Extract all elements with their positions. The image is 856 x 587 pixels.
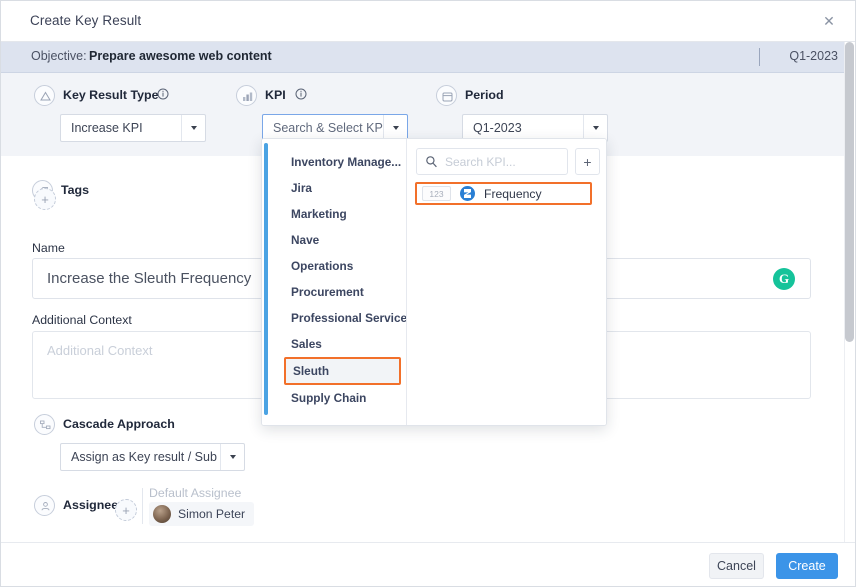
objective-bar: Objective: Prepare awesome web content Q… (1, 42, 855, 73)
key-result-type-value: Increase KPI (71, 121, 143, 135)
tags-label: Tags (61, 183, 89, 197)
objective-label: Objective: (31, 49, 87, 63)
kpi-category-item[interactable]: Marketing (262, 201, 406, 227)
objective-period: Q1-2023 (789, 49, 838, 63)
kpi-category-item[interactable]: Nave (262, 227, 406, 253)
assignee-label: Assignee (63, 498, 119, 512)
search-icon (426, 156, 437, 168)
additional-context-placeholder: Additional Context (47, 343, 153, 358)
kpi-search-row: Search KPI... + (416, 148, 600, 175)
additional-context-label: Additional Context (32, 313, 132, 327)
avatar (153, 505, 171, 523)
default-assignee-label: Default Assignee (149, 486, 242, 500)
chevron-down-icon[interactable] (220, 444, 244, 470)
dialog-footer: Cancel Create (1, 542, 855, 586)
kpi-result-item[interactable]: 123 Frequency (415, 182, 592, 205)
cascade-approach-value: Assign as Key result / Sub K... (71, 450, 220, 464)
name-label: Name (32, 241, 65, 255)
kpi-search-placeholder: Search KPI... (445, 154, 516, 169)
kpi-add-button[interactable]: + (575, 148, 600, 175)
person-icon (34, 495, 55, 516)
create-button[interactable]: Create (776, 553, 838, 579)
objective-divider (759, 48, 760, 66)
cascade-approach-select[interactable]: Assign as Key result / Sub K... (60, 443, 245, 471)
assignee-divider (142, 488, 143, 524)
kpi-dropdown-panel: Inventory Manage... Jira Marketing Nave Oper… (261, 138, 607, 426)
period-label: Period (465, 88, 504, 102)
kpi-type-badge: 123 (422, 186, 451, 201)
kpi-category-list: Inventory Manage... Jira Marketing Nave Oper… (262, 139, 407, 425)
kpi-chart-icon (236, 85, 257, 106)
kpi-category-item[interactable]: Sleuth (284, 357, 401, 385)
kpi-category-item[interactable]: Jira (262, 175, 406, 201)
calendar-icon (436, 85, 457, 106)
key-result-type-select[interactable]: Increase KPI (60, 114, 206, 142)
kpi-result-name: Frequency (484, 186, 542, 201)
dialog-titlebar: Create Key Result ✕ (1, 1, 855, 42)
kpi-category-item[interactable]: Procurement (262, 279, 406, 305)
chevron-down-icon[interactable] (181, 115, 205, 141)
objective-value: Prepare awesome web content (89, 49, 272, 63)
kpi-category-item[interactable]: Supply Chain (262, 385, 406, 411)
kpi-category-item[interactable]: Professional Services (262, 305, 406, 331)
dialog-title: Create Key Result (30, 13, 142, 28)
kpi-category-items: Inventory Manage... Jira Marketing Nave Oper… (262, 139, 406, 411)
info-icon[interactable] (295, 88, 307, 100)
kpi-search-input[interactable]: Search KPI... (416, 148, 568, 175)
kpi-category-item[interactable]: Operations (262, 253, 406, 279)
create-key-result-dialog: Create Key Result ✕ Objective: Prepare a… (0, 0, 856, 587)
kpi-category-item[interactable]: Sales (262, 331, 406, 357)
info-icon[interactable] (157, 88, 169, 100)
page-scrollbar[interactable] (844, 42, 855, 544)
key-result-type-label: Key Result Type (63, 88, 159, 102)
close-icon[interactable]: ✕ (821, 13, 837, 29)
cancel-button[interactable]: Cancel (709, 553, 764, 579)
add-tag-button[interactable]: + (34, 188, 56, 210)
name-value: Increase the Sleuth Frequency (47, 270, 252, 287)
default-assignee-name: Simon Peter (178, 507, 246, 521)
default-assignee-chip[interactable]: Simon Peter (149, 502, 255, 526)
triangle-target-icon (34, 85, 55, 106)
jira-icon (460, 186, 475, 201)
add-assignee-button[interactable]: + (115, 499, 137, 521)
grammarly-icon[interactable]: G (773, 267, 795, 290)
kpi-category-item-clipped[interactable] (262, 139, 406, 149)
cascade-icon (34, 414, 55, 435)
kpi-category-item[interactable]: Inventory Manage... (262, 149, 406, 175)
kpi-results-pane: Search KPI... + 123 Frequency (407, 139, 606, 425)
cascade-approach-label: Cascade Approach (63, 417, 175, 431)
kpi-label: KPI (265, 88, 286, 102)
page-scrollbar-thumb[interactable] (845, 42, 854, 342)
